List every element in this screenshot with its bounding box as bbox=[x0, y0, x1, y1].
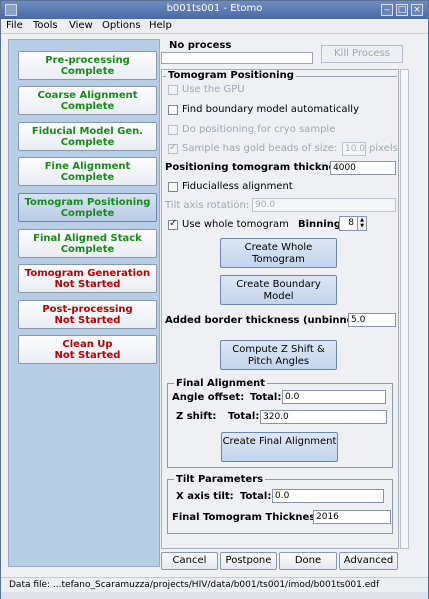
stage-clean-up-button[interactable]: Clean Up Not Started bbox=[18, 335, 157, 364]
create-whole-tomogram-button[interactable]: Create Whole Tomogram bbox=[220, 238, 337, 268]
x-axis-tilt-field[interactable]: 0.0 bbox=[272, 489, 384, 503]
stage-fine-alignment-button[interactable]: Fine Alignment Complete bbox=[18, 157, 157, 186]
final-thickness-label: Final Tomogram Thickness: bbox=[172, 512, 326, 523]
advanced-button[interactable]: Advanced bbox=[339, 552, 398, 570]
menu-file[interactable]: File bbox=[6, 20, 23, 31]
menu-view[interactable]: View bbox=[69, 20, 93, 31]
window-title: b001ts001 - Etomo bbox=[166, 3, 263, 14]
stage-tomogram-positioning-button[interactable]: Tomogram Positioning Complete bbox=[18, 193, 157, 222]
panel-scrollbar[interactable] bbox=[400, 69, 409, 549]
pixels-label: pixels bbox=[369, 143, 398, 154]
postpone-button[interactable]: Postpone bbox=[220, 552, 277, 570]
positioning-thickness-label: Positioning tomogram thickness: bbox=[165, 162, 352, 173]
process-progress-bar bbox=[161, 52, 313, 64]
menu-options[interactable]: Options bbox=[102, 20, 141, 31]
z-shift-total-label: Total: bbox=[228, 411, 260, 422]
binning-label: Binning bbox=[298, 219, 341, 230]
minimize-icon[interactable]: ‒ bbox=[381, 4, 393, 16]
stage-panel: Pre-processing Complete Coarse Alignment C… bbox=[8, 39, 160, 567]
section-title: Tomogram Positioning bbox=[166, 70, 296, 81]
use-gpu-checkbox[interactable] bbox=[168, 85, 178, 95]
stage-fiducial-model-button[interactable]: Fiducial Model Gen. Complete bbox=[18, 122, 157, 151]
tilt-axis-field[interactable]: 90.0 bbox=[252, 198, 396, 212]
binning-spinner[interactable]: 8 ▲ ▼ bbox=[339, 216, 367, 231]
gold-size-field[interactable]: 10.0 bbox=[342, 142, 366, 156]
process-row: No process Kill Process bbox=[161, 39, 421, 67]
positioning-thickness-field[interactable]: 4000 bbox=[330, 161, 396, 175]
create-boundary-model-button[interactable]: Create Boundary Model bbox=[220, 275, 337, 305]
kill-process-button[interactable]: Kill Process bbox=[321, 45, 403, 63]
final-alignment-title: Final Alignment bbox=[174, 378, 268, 389]
angle-offset-field[interactable]: 0.0 bbox=[282, 390, 386, 404]
spinner-arrows-icon[interactable]: ▲ ▼ bbox=[357, 217, 366, 230]
stage-post-processing-button[interactable]: Post-processing Not Started bbox=[18, 300, 157, 329]
x-axis-total-label: Total: bbox=[240, 491, 272, 502]
use-gpu-label: Use the GPU bbox=[182, 84, 245, 95]
border-thickness-field[interactable]: 5.0 bbox=[348, 313, 396, 327]
status-bar: Data file: ...tefano_Scaramuzza/projects… bbox=[1, 577, 428, 592]
stage-tomogram-generation-button[interactable]: Tomogram Generation Not Started bbox=[18, 264, 157, 293]
scrollbar-thumb[interactable] bbox=[401, 70, 408, 548]
tilt-parameters-box: Tilt Parameters X axis tilt: Total: 0.0 … bbox=[167, 474, 393, 534]
stage-final-aligned-stack-button[interactable]: Final Aligned Stack Complete bbox=[18, 229, 157, 258]
stage-coarse-alignment-button[interactable]: Coarse Alignment Complete bbox=[18, 86, 157, 115]
process-status-label: No process bbox=[169, 40, 232, 51]
x-axis-tilt-label: X axis tilt: bbox=[176, 491, 234, 502]
gold-beads-checkbox[interactable] bbox=[168, 142, 178, 154]
cryo-label: Do positioning for cryo sample bbox=[182, 124, 336, 135]
close-icon[interactable]: × bbox=[411, 4, 423, 16]
etomo-window: b001ts001 - Etomo ‒ □ × File Tools View … bbox=[0, 0, 429, 599]
create-final-alignment-button[interactable]: Create Final Alignment bbox=[221, 432, 338, 462]
tilt-parameters-title: Tilt Parameters bbox=[174, 474, 266, 485]
window-bottom-edge bbox=[1, 592, 428, 599]
compute-z-shift-button[interactable]: Compute Z Shift & Pitch Angles bbox=[220, 340, 337, 370]
final-thickness-field[interactable]: 2016 bbox=[313, 510, 391, 524]
find-boundary-label: Find boundary model automatically bbox=[182, 104, 359, 115]
menu-tools[interactable]: Tools bbox=[33, 20, 58, 31]
z-shift-field[interactable]: 320.0 bbox=[260, 410, 387, 424]
stage-preprocessing-button[interactable]: Pre-processing Complete bbox=[18, 51, 157, 80]
gold-beads-label: Sample has gold beads of size: bbox=[182, 143, 338, 154]
whole-tomogram-checkbox[interactable] bbox=[168, 218, 178, 230]
menu-help[interactable]: Help bbox=[149, 20, 172, 31]
title-bar[interactable]: b001ts001 - Etomo ‒ □ × bbox=[1, 1, 428, 19]
maximize-icon[interactable]: □ bbox=[396, 4, 408, 16]
z-shift-label: Z shift: bbox=[176, 411, 217, 422]
whole-tomogram-label: Use whole tomogram bbox=[182, 219, 289, 230]
done-button[interactable]: Done bbox=[279, 552, 337, 570]
cancel-button[interactable]: Cancel bbox=[161, 552, 218, 570]
angle-offset-label: Angle offset: bbox=[172, 392, 245, 403]
tomogram-positioning-panel: Tomogram Positioning Use the GPU Find bo… bbox=[161, 69, 399, 549]
tilt-axis-label: Tilt axis rotation: bbox=[165, 200, 250, 211]
cryo-checkbox[interactable] bbox=[168, 125, 178, 135]
find-boundary-checkbox[interactable] bbox=[168, 105, 178, 115]
angle-total-label: Total: bbox=[250, 392, 282, 403]
menu-bar: File Tools View Options Help bbox=[1, 19, 428, 34]
final-alignment-box: Final Alignment Angle offset: Total: 0.0… bbox=[167, 378, 393, 468]
fiducialless-label: Fiducialless alignment bbox=[182, 181, 293, 192]
fiducialless-checkbox[interactable] bbox=[168, 182, 178, 192]
border-thickness-label: Added border thickness (unbinned): bbox=[165, 315, 370, 326]
